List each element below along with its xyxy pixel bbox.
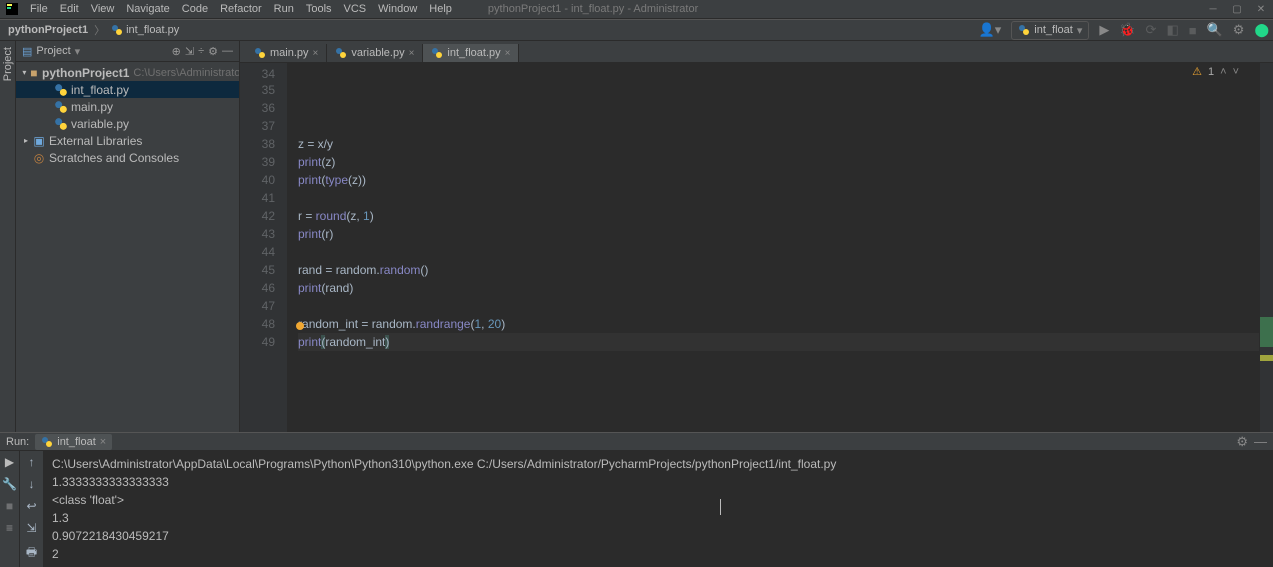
user-icon[interactable]: 👤▾ bbox=[979, 22, 1002, 38]
breadcrumb-project[interactable]: pythonProject1 bbox=[4, 24, 92, 36]
run-config-selector[interactable]: int_float ▾ bbox=[1011, 21, 1089, 40]
chevron-right-icon: 〉 bbox=[94, 22, 105, 38]
editor-error-stripe[interactable] bbox=[1259, 63, 1273, 432]
layout-button[interactable]: ≡ bbox=[3, 521, 17, 535]
menu-bar: File Edit View Navigate Code Refactor Ru… bbox=[0, 0, 1273, 19]
menu-refactor[interactable]: Refactor bbox=[214, 0, 268, 19]
scroll-end-icon[interactable]: ⇲ bbox=[26, 521, 36, 535]
code-editor[interactable]: ⚠ 1 ˄ ˅ z = x/yprint(z)print(type(z))r =… bbox=[288, 63, 1259, 432]
tree-file[interactable]: variable.py bbox=[16, 115, 239, 132]
run-button[interactable]: ▶ bbox=[1099, 22, 1109, 38]
scratches-icon: ◎ bbox=[32, 151, 46, 165]
warning-count: 1 bbox=[1208, 63, 1214, 81]
menu-tools[interactable]: Tools bbox=[300, 0, 338, 19]
gear-icon[interactable]: ⚙ bbox=[1236, 434, 1248, 450]
menu-run[interactable]: Run bbox=[268, 0, 300, 19]
tree-file[interactable]: main.py bbox=[16, 98, 239, 115]
folder-icon: ■ bbox=[29, 66, 39, 80]
editor-tab[interactable]: main.py × bbox=[246, 44, 327, 62]
python-file-icon bbox=[254, 47, 266, 59]
python-file-icon bbox=[41, 436, 53, 448]
project-tool-tab[interactable]: Project bbox=[0, 41, 16, 432]
menu-help[interactable]: Help bbox=[423, 0, 458, 19]
tree-file[interactable]: int_float.py bbox=[16, 81, 239, 98]
project-view-icon: ▤ bbox=[22, 45, 32, 58]
close-icon[interactable]: × bbox=[409, 48, 415, 59]
profile-button[interactable]: ◧ bbox=[1166, 22, 1178, 38]
python-file-icon bbox=[111, 24, 123, 36]
run-panel-title: Run: bbox=[6, 436, 29, 448]
sidebar-project-label: Project bbox=[2, 47, 14, 81]
window-context: pythonProject1 - int_float.py - Administ… bbox=[488, 3, 698, 15]
run-coverage-button[interactable]: ⟳ bbox=[1146, 22, 1157, 38]
gear-icon[interactable]: ⚙ bbox=[208, 45, 218, 58]
python-file-icon bbox=[431, 47, 443, 59]
down-icon[interactable]: ↓ bbox=[29, 477, 35, 491]
menu-file[interactable]: File bbox=[24, 0, 54, 19]
python-file-icon bbox=[335, 47, 347, 59]
python-file-icon bbox=[54, 83, 68, 97]
editor-gutter[interactable]: 34353637383940414243444546474849 bbox=[240, 63, 288, 432]
modify-run-button[interactable]: 🔧 bbox=[3, 477, 17, 491]
close-icon[interactable]: × bbox=[100, 436, 106, 448]
run-output[interactable]: C:\Users\Administrator\AppData\Local\Pro… bbox=[44, 451, 1273, 567]
debug-button[interactable]: 🐞 bbox=[1119, 22, 1135, 38]
window-minimize-button[interactable]: ─ bbox=[1201, 0, 1225, 19]
menu-edit[interactable]: Edit bbox=[54, 0, 85, 19]
editor-tabs: main.py × variable.py × int_float.py × bbox=[240, 41, 1273, 63]
menu-code[interactable]: Code bbox=[176, 0, 214, 19]
python-file-icon bbox=[54, 117, 68, 131]
editor-tab[interactable]: variable.py × bbox=[327, 44, 423, 62]
chevron-down-icon: ▾ bbox=[1077, 24, 1083, 37]
close-icon[interactable]: × bbox=[313, 48, 319, 59]
chevron-down-icon[interactable]: ▾ bbox=[20, 68, 29, 77]
hide-panel-icon[interactable]: — bbox=[222, 45, 233, 57]
warning-indicator-icon[interactable]: ⚠ bbox=[1192, 63, 1202, 81]
library-icon: ▣ bbox=[32, 134, 46, 148]
collapse-down-icon[interactable]: ˅ bbox=[1233, 63, 1239, 81]
menu-vcs[interactable]: VCS bbox=[338, 0, 373, 19]
project-tree[interactable]: ▾ ■ pythonProject1 C:\Users\Administrato… bbox=[16, 62, 239, 432]
breadcrumb-file[interactable]: int_float.py bbox=[107, 24, 183, 36]
tree-scratches[interactable]: ◎ Scratches and Consoles bbox=[16, 149, 239, 166]
text-caret bbox=[720, 499, 721, 515]
chevron-right-icon[interactable]: ▸ bbox=[20, 136, 32, 145]
python-file-icon bbox=[1018, 24, 1030, 36]
project-panel: ▤ Project ▾ ⊕ ⇲ ÷ ⚙ — ▾ ■ pythonProject1… bbox=[16, 41, 240, 432]
window-close-button[interactable]: ✕ bbox=[1249, 0, 1273, 19]
collapse-all-icon[interactable]: ÷ bbox=[198, 45, 204, 57]
menu-navigate[interactable]: Navigate bbox=[120, 0, 175, 19]
expand-all-icon[interactable]: ⇲ bbox=[185, 45, 194, 58]
tree-external-libraries[interactable]: ▸ ▣ External Libraries bbox=[16, 132, 239, 149]
locate-file-icon[interactable]: ⊕ bbox=[172, 45, 181, 58]
print-icon[interactable]: 🖶 bbox=[26, 543, 37, 564]
python-console-icon[interactable]: ⬤ bbox=[1254, 22, 1269, 38]
stop-button[interactable]: ■ bbox=[3, 499, 17, 513]
window-maximize-button[interactable]: ▢ bbox=[1225, 0, 1249, 19]
menu-window[interactable]: Window bbox=[372, 0, 423, 19]
run-toolbar-vertical: ↑ ↓ ↩ ⇲ 🖶 bbox=[20, 451, 44, 567]
stop-button[interactable]: ■ bbox=[1189, 23, 1197, 38]
rerun-button[interactable]: ▶ bbox=[3, 455, 17, 469]
search-everywhere-button[interactable]: 🔍 bbox=[1207, 22, 1223, 38]
menu-view[interactable]: View bbox=[85, 0, 121, 19]
run-tool-window: Run: int_float × ⚙ — ▶ 🔧 ■ ≡ ↑ ↓ ↩ ⇲ � bbox=[0, 432, 1273, 567]
up-icon[interactable]: ↑ bbox=[29, 455, 35, 469]
soft-wrap-icon[interactable]: ↩ bbox=[26, 499, 36, 513]
run-tab[interactable]: int_float × bbox=[35, 434, 112, 450]
project-panel-title[interactable]: Project bbox=[36, 45, 70, 57]
run-toolbar-left: ▶ 🔧 ■ ≡ bbox=[0, 451, 20, 567]
close-icon[interactable]: × bbox=[505, 48, 511, 59]
tree-root[interactable]: ▾ ■ pythonProject1 C:\Users\Administrato… bbox=[16, 64, 239, 81]
navigation-bar: pythonProject1 〉 int_float.py 👤▾ int_flo… bbox=[0, 19, 1273, 41]
editor-tab[interactable]: int_float.py × bbox=[423, 44, 519, 62]
app-logo-icon bbox=[4, 2, 20, 16]
settings-button[interactable]: ⚙ bbox=[1233, 22, 1245, 38]
python-file-icon bbox=[54, 100, 68, 114]
collapse-up-icon[interactable]: ˄ bbox=[1220, 63, 1226, 81]
hide-panel-icon[interactable]: — bbox=[1254, 434, 1267, 449]
chevron-down-icon[interactable]: ▾ bbox=[75, 45, 81, 58]
